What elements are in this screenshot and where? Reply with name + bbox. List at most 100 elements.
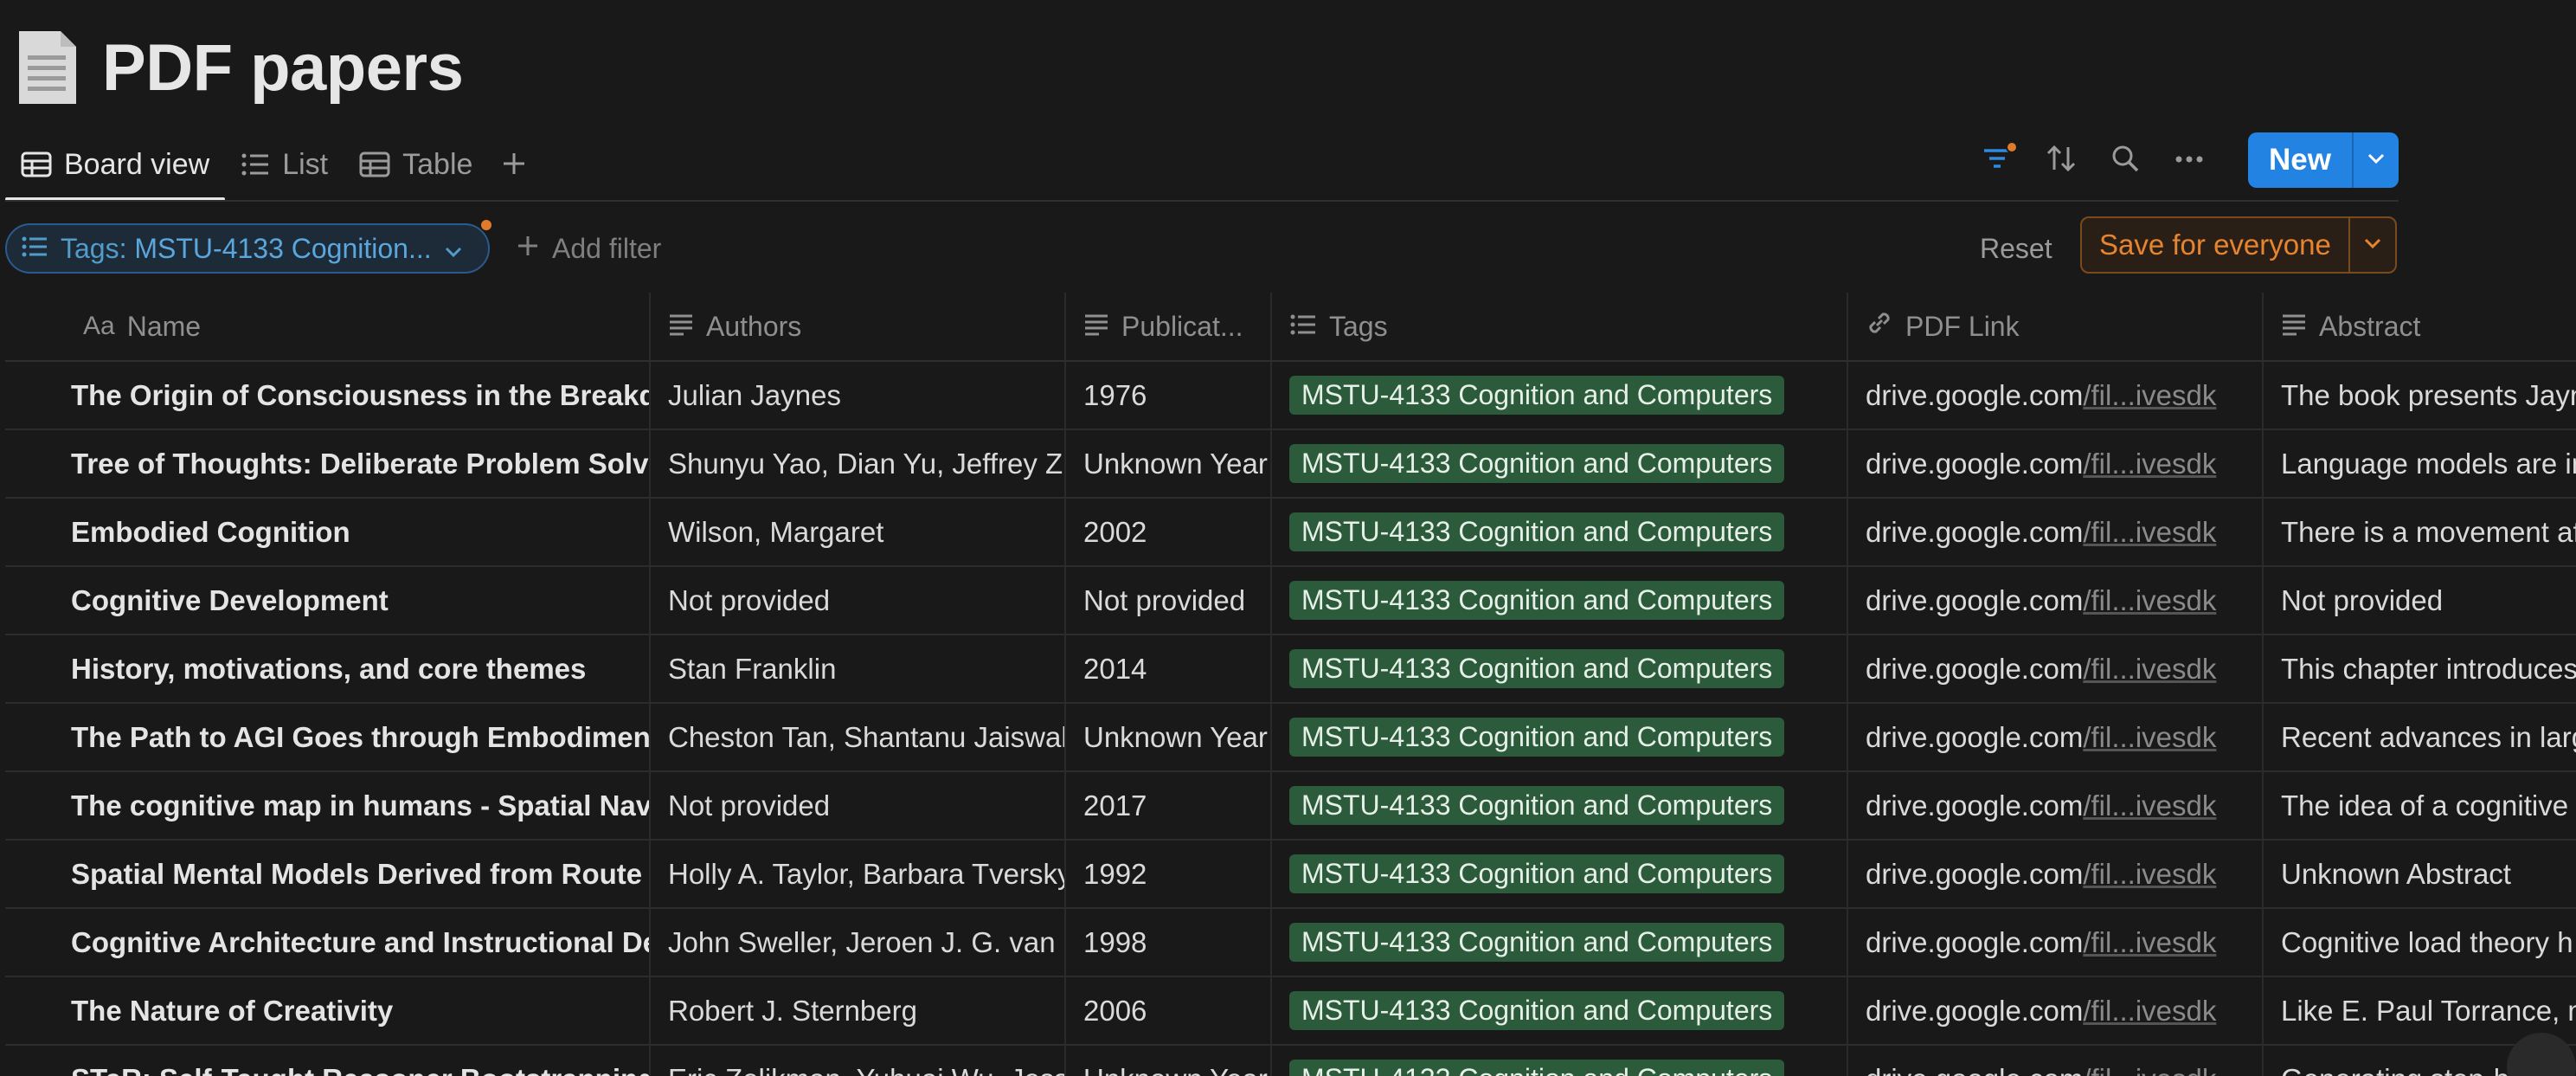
cell-authors[interactable]: Not provided (651, 567, 1066, 634)
cell-name[interactable]: STaR: Self-Taught Reasoner Bootstrapping… (5, 1046, 651, 1076)
cell-name[interactable]: The cognitive map in humans - Spatial Na… (5, 772, 651, 839)
cell-name[interactable]: Embodied Cognition (5, 499, 651, 565)
link-host[interactable]: drive.google.com (1866, 584, 2083, 617)
cell-publication[interactable]: 1976 (1066, 362, 1272, 428)
cell-pdf-link[interactable]: drive.google.com/fil...ivesdk (1848, 635, 2264, 702)
table-row[interactable]: STaR: Self-Taught Reasoner Bootstrapping… (5, 1046, 2576, 1076)
table-row[interactable]: Cognitive Development Not provided Not p… (5, 567, 2576, 635)
cell-tags[interactable]: MSTU-4133 Cognition and Computers (1272, 362, 1848, 428)
cell-abstract[interactable]: Recent advances in larg (2264, 704, 2576, 770)
link-path[interactable]: /fil...ivesdk (2083, 653, 2216, 686)
tags-filter-chip[interactable]: Tags: MSTU-4133 Cognition... (5, 218, 493, 274)
cell-abstract[interactable]: The idea of a cognitive (2264, 772, 2576, 839)
cell-name[interactable]: Cognitive Architecture and Instructional… (5, 909, 651, 976)
cell-publication[interactable]: 2017 (1066, 772, 1272, 839)
cell-abstract[interactable]: There is a movement af (2264, 499, 2576, 565)
cell-pdf-link[interactable]: drive.google.com/fil...ivesdk (1848, 977, 2264, 1044)
cell-authors[interactable]: Julian Jaynes (651, 362, 1066, 428)
document-icon[interactable] (16, 28, 80, 107)
cell-name[interactable]: The Origin of Consciousness in the Break… (5, 362, 651, 428)
sort-button[interactable] (2039, 138, 2084, 183)
cell-abstract[interactable]: Unknown Abstract (2264, 841, 2576, 907)
link-host[interactable]: drive.google.com (1866, 516, 2083, 549)
link-path[interactable]: /fil...ivesdk (2083, 379, 2216, 412)
filter-button[interactable] (1975, 138, 2020, 183)
cell-authors[interactable]: Holly A. Taylor, Barbara Tversky (651, 841, 1066, 907)
cell-authors[interactable]: Wilson, Margaret (651, 499, 1066, 565)
column-header-authors[interactable]: Authors (651, 293, 1066, 360)
cell-name[interactable]: The Nature of Creativity (5, 977, 651, 1044)
column-header-tags[interactable]: Tags (1272, 293, 1848, 360)
column-header-name[interactable]: Aa Name (5, 293, 651, 360)
cell-pdf-link[interactable]: drive.google.com/fil...ivesdk (1848, 841, 2264, 907)
cell-pdf-link[interactable]: drive.google.com/fil...ivesdk (1848, 430, 2264, 497)
link-host[interactable]: drive.google.com (1866, 653, 2083, 686)
link-path[interactable]: /fil...ivesdk (2083, 516, 2216, 549)
table-row[interactable]: The Origin of Consciousness in the Break… (5, 362, 2576, 430)
cell-publication[interactable]: Unknown Year (1066, 430, 1272, 497)
cell-tags[interactable]: MSTU-4133 Cognition and Computers (1272, 430, 1848, 497)
column-header-abstract[interactable]: Abstract (2264, 293, 2576, 360)
link-host[interactable]: drive.google.com (1866, 789, 2083, 822)
cell-tags[interactable]: MSTU-4133 Cognition and Computers (1272, 772, 1848, 839)
link-path[interactable]: /fil...ivesdk (2083, 448, 2216, 480)
cell-pdf-link[interactable]: drive.google.com/fil...ivesdk (1848, 362, 2264, 428)
link-path[interactable]: /fil...ivesdk (2083, 858, 2216, 891)
cell-publication[interactable]: 2006 (1066, 977, 1272, 1044)
link-path[interactable]: /fil...ivesdk (2083, 1063, 2216, 1076)
cell-tags[interactable]: MSTU-4133 Cognition and Computers (1272, 1046, 1848, 1076)
cell-pdf-link[interactable]: drive.google.com/fil...ivesdk (1848, 909, 2264, 976)
cell-abstract[interactable]: Language models are in (2264, 430, 2576, 497)
cell-publication[interactable]: Not provided (1066, 567, 1272, 634)
tab-board-view[interactable]: Board view (5, 130, 226, 201)
table-row[interactable]: Tree of Thoughts: Deliberate Problem Sol… (5, 430, 2576, 499)
link-path[interactable]: /fil...ivesdk (2083, 995, 2216, 1028)
link-path[interactable]: /fil...ivesdk (2083, 721, 2216, 754)
cell-publication[interactable]: 2014 (1066, 635, 1272, 702)
tab-table[interactable]: Table (344, 130, 488, 199)
link-path[interactable]: /fil...ivesdk (2083, 584, 2216, 617)
table-row[interactable]: Cognitive Architecture and Instructional… (5, 909, 2576, 977)
cell-tags[interactable]: MSTU-4133 Cognition and Computers (1272, 567, 1848, 634)
cell-publication[interactable]: 1992 (1066, 841, 1272, 907)
cell-pdf-link[interactable]: drive.google.com/fil...ivesdk (1848, 567, 2264, 634)
cell-publication[interactable]: Unknown Year (1066, 1046, 1272, 1076)
reset-button[interactable]: Reset (1980, 223, 2052, 274)
cell-authors[interactable]: Robert J. Sternberg (651, 977, 1066, 1044)
more-options-button[interactable] (2167, 138, 2212, 183)
link-host[interactable]: drive.google.com (1866, 721, 2083, 754)
save-options-button[interactable] (2348, 218, 2395, 272)
table-row[interactable]: The cognitive map in humans - Spatial Na… (5, 772, 2576, 841)
link-host[interactable]: drive.google.com (1866, 448, 2083, 480)
table-row[interactable]: The Path to AGI Goes through Embodiment … (5, 704, 2576, 772)
cell-pdf-link[interactable]: drive.google.com/fil...ivesdk (1848, 1046, 2264, 1076)
cell-name[interactable]: The Path to AGI Goes through Embodiment (5, 704, 651, 770)
link-path[interactable]: /fil...ivesdk (2083, 926, 2216, 959)
cell-tags[interactable]: MSTU-4133 Cognition and Computers (1272, 841, 1848, 907)
new-options-button[interactable] (2352, 132, 2399, 188)
link-path[interactable]: /fil...ivesdk (2083, 789, 2216, 822)
cell-authors[interactable]: Shunyu Yao, Dian Yu, Jeffrey Zha (651, 430, 1066, 497)
cell-pdf-link[interactable]: drive.google.com/fil...ivesdk (1848, 499, 2264, 565)
cell-authors[interactable]: Eric Zelikman, Yuhuai Wu, Jesse (651, 1046, 1066, 1076)
cell-publication[interactable]: Unknown Year (1066, 704, 1272, 770)
cell-tags[interactable]: MSTU-4133 Cognition and Computers (1272, 499, 1848, 565)
cell-abstract[interactable]: Not provided (2264, 567, 2576, 634)
link-host[interactable]: drive.google.com (1866, 995, 2083, 1028)
link-host[interactable]: drive.google.com (1866, 858, 2083, 891)
cell-tags[interactable]: MSTU-4133 Cognition and Computers (1272, 704, 1848, 770)
cell-tags[interactable]: MSTU-4133 Cognition and Computers (1272, 909, 1848, 976)
cell-pdf-link[interactable]: drive.google.com/fil...ivesdk (1848, 704, 2264, 770)
column-header-pdf-link[interactable]: PDF Link (1848, 293, 2264, 360)
add-view-button[interactable] (488, 130, 540, 199)
table-row[interactable]: Embodied Cognition Wilson, Margaret 2002… (5, 499, 2576, 567)
cell-tags[interactable]: MSTU-4133 Cognition and Computers (1272, 977, 1848, 1044)
cell-abstract[interactable]: Cognitive load theory h (2264, 909, 2576, 976)
table-row[interactable]: The Nature of Creativity Robert J. Stern… (5, 977, 2576, 1046)
cell-authors[interactable]: Cheston Tan, Shantanu Jaiswal (651, 704, 1066, 770)
search-button[interactable] (2103, 138, 2148, 183)
cell-name[interactable]: Tree of Thoughts: Deliberate Problem Sol… (5, 430, 651, 497)
table-row[interactable]: History, motivations, and core themes St… (5, 635, 2576, 704)
cell-pdf-link[interactable]: drive.google.com/fil...ivesdk (1848, 772, 2264, 839)
tab-list[interactable]: List (225, 130, 344, 199)
